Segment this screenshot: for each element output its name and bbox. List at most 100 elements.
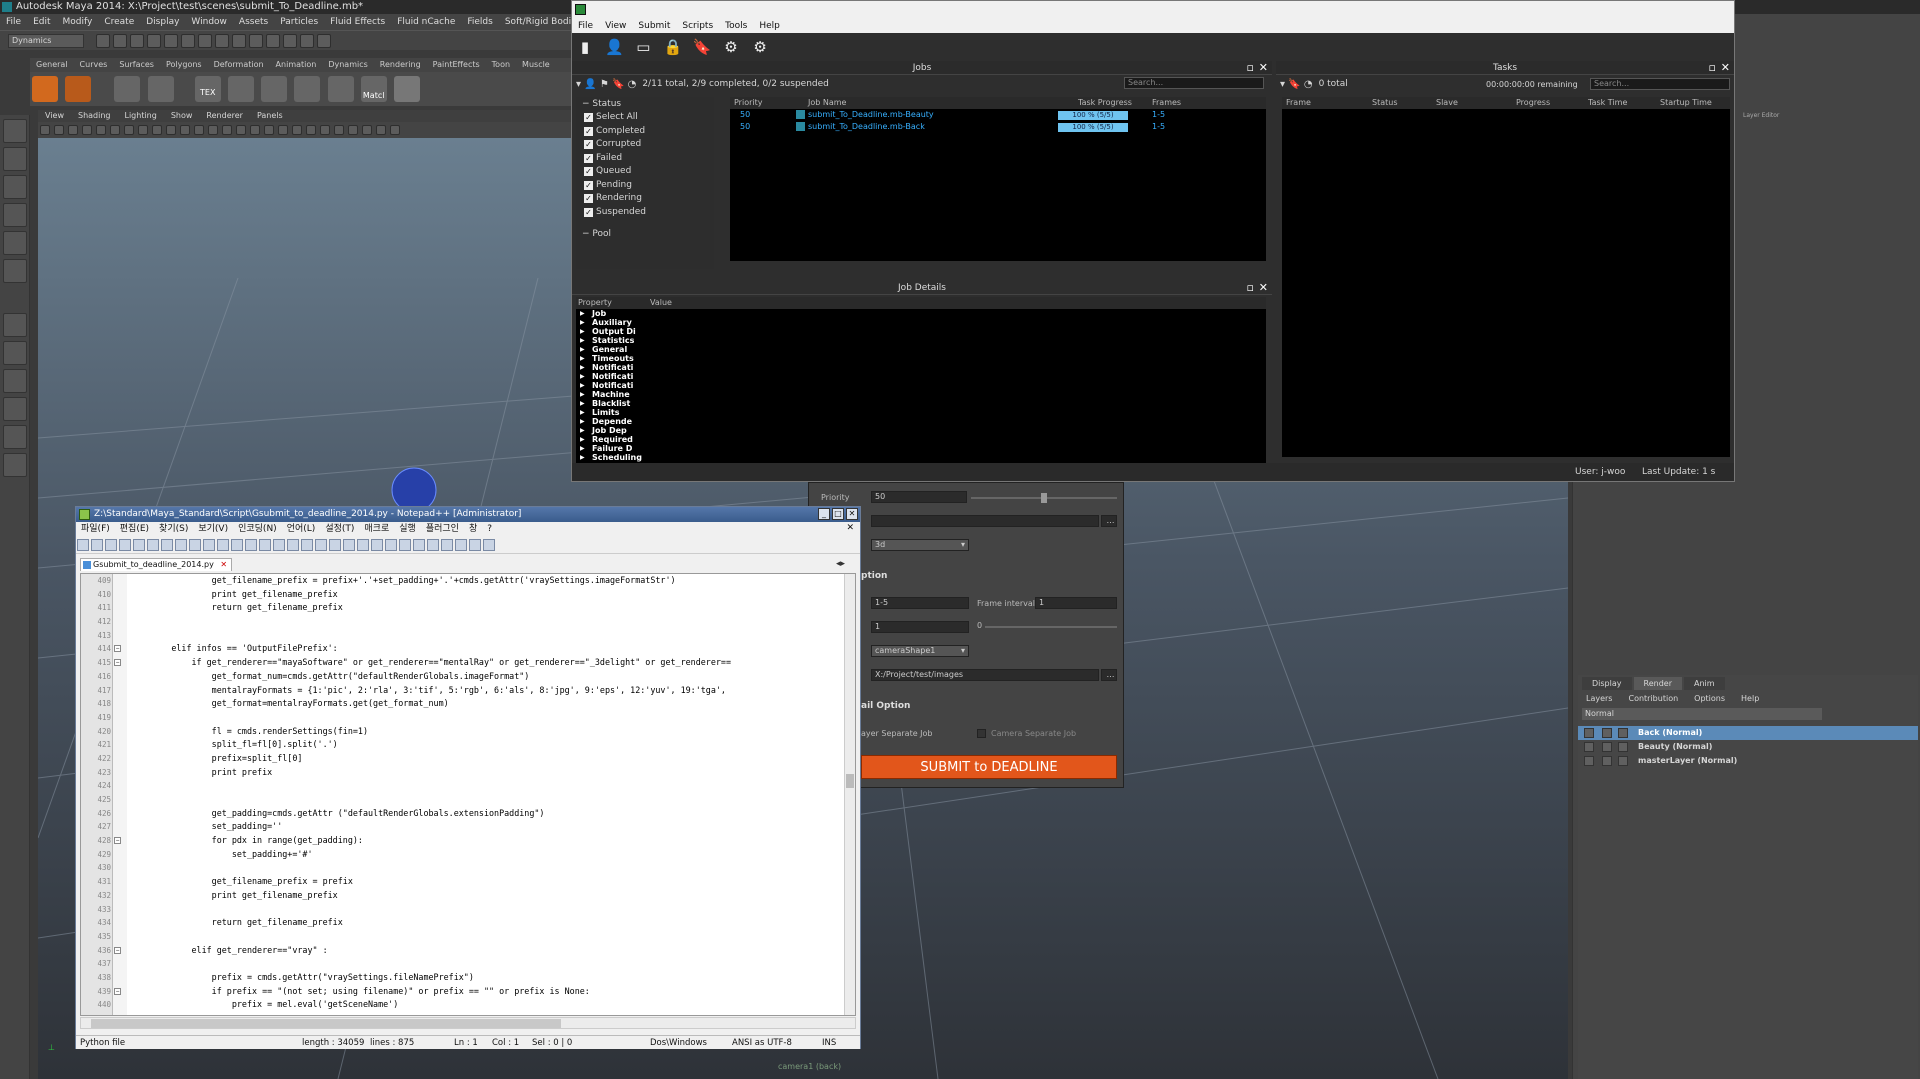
status-filter-header[interactable]: − Status bbox=[576, 97, 714, 111]
npp-tool-icon[interactable] bbox=[91, 539, 103, 551]
viewport-tool-icon[interactable] bbox=[124, 125, 134, 135]
npp-tool-icon[interactable] bbox=[245, 539, 257, 551]
code-editor[interactable]: 409 get_filename_prefix = prefix+'.'+set… bbox=[80, 573, 856, 1016]
layer-menu-layers[interactable]: Layers bbox=[1578, 692, 1620, 706]
maya-menu-particles[interactable]: Particles bbox=[274, 14, 324, 30]
output-path-field[interactable]: X:/Project/test/images bbox=[871, 669, 1099, 681]
npp-menu-item-11[interactable]: ? bbox=[482, 522, 497, 536]
shelf-tab-toon[interactable]: Toon bbox=[486, 58, 516, 72]
col-property[interactable]: Property bbox=[578, 297, 612, 309]
col-frame[interactable]: Frame bbox=[1286, 97, 1311, 109]
col-job-name[interactable]: Job Name bbox=[808, 97, 846, 109]
file-tab-close-icon[interactable]: ✕ bbox=[220, 560, 227, 569]
file-tab[interactable]: Gsubmit_to_deadline_2014.py ✕ bbox=[80, 558, 232, 571]
camera-dropdown[interactable]: cameraShape1 ▾ bbox=[871, 645, 969, 657]
maya-menu-window[interactable]: Window bbox=[185, 14, 233, 30]
tasks-filter-icons[interactable]: ▾ 🔖 ◔ bbox=[1280, 79, 1313, 90]
filter-suspended[interactable]: Suspended bbox=[576, 206, 714, 220]
viewport-tool-icon[interactable] bbox=[138, 125, 148, 135]
module-selector[interactable]: Dynamics bbox=[8, 34, 84, 48]
layer-menu-options[interactable]: Options bbox=[1686, 692, 1733, 706]
shelf-tab-muscle[interactable]: Muscle bbox=[516, 58, 556, 72]
details-float-icon[interactable]: ▫ bbox=[1247, 281, 1254, 294]
fold-toggle-icon[interactable]: − bbox=[114, 946, 121, 954]
npp-menu-item-8[interactable]: 실행 bbox=[394, 522, 421, 536]
npp-tool-icon[interactable] bbox=[189, 539, 201, 551]
viewport-tool-icon[interactable] bbox=[194, 125, 204, 135]
npp-menu-item-5[interactable]: 언어(L) bbox=[282, 522, 321, 536]
viewport-menu-panels[interactable]: Panels bbox=[250, 110, 290, 122]
job-row[interactable]: 50 submit_To_Deadline.mb-Back 100 % (5/5) 1… bbox=[730, 121, 1266, 133]
fold-toggle-icon[interactable]: − bbox=[114, 987, 121, 995]
h-scroll-thumb[interactable] bbox=[91, 1019, 561, 1028]
layer-row[interactable]: Back (Normal) bbox=[1578, 726, 1918, 740]
detail-job[interactable]: Job bbox=[576, 309, 1266, 318]
gear-icon[interactable]: ⚙ bbox=[751, 38, 769, 56]
layout-single-icon[interactable] bbox=[3, 313, 27, 337]
viewport-tool-icon[interactable] bbox=[166, 125, 176, 135]
select-object-icon[interactable] bbox=[164, 34, 178, 48]
select-hierarchy-icon[interactable] bbox=[147, 34, 161, 48]
npp-tool-icon[interactable] bbox=[217, 539, 229, 551]
paint-select-icon[interactable] bbox=[3, 175, 27, 199]
layer-tab-display[interactable]: Display bbox=[1582, 677, 1632, 690]
npp-tool-icon[interactable] bbox=[161, 539, 173, 551]
lock-icon[interactable]: 🔒 bbox=[664, 38, 683, 56]
npp-tool-icon[interactable] bbox=[273, 539, 285, 551]
viewport-tool-icon[interactable] bbox=[278, 125, 288, 135]
snap-grid-icon[interactable] bbox=[198, 34, 212, 48]
npp-tool-icon[interactable] bbox=[287, 539, 299, 551]
col-value[interactable]: Value bbox=[650, 297, 672, 309]
detail-blacklist[interactable]: Blacklist bbox=[576, 399, 1266, 408]
shelf-tab-polygons[interactable]: Polygons bbox=[160, 58, 208, 72]
shelf-tab-rendering[interactable]: Rendering bbox=[374, 58, 427, 72]
col-frames[interactable]: Frames bbox=[1152, 97, 1181, 109]
col-slave[interactable]: Slave bbox=[1436, 97, 1458, 109]
brush-icon[interactable] bbox=[227, 76, 254, 102]
deadline-menu-file[interactable]: File bbox=[572, 19, 599, 33]
rotate-tool-icon[interactable] bbox=[3, 231, 27, 255]
npp-tool-icon[interactable] bbox=[133, 539, 145, 551]
detail-job-dep[interactable]: Job Dep bbox=[576, 426, 1266, 435]
col-task-time[interactable]: Task Time bbox=[1588, 97, 1627, 109]
viewport-menu-show[interactable]: Show bbox=[164, 110, 200, 122]
fold-toggle-icon[interactable]: − bbox=[114, 645, 121, 653]
layout-four-icon[interactable] bbox=[3, 341, 27, 365]
render-toggle-icon[interactable] bbox=[1584, 742, 1594, 752]
npp-tool-icon[interactable] bbox=[385, 539, 397, 551]
lasso-tool-icon[interactable] bbox=[3, 147, 27, 171]
deadline-menu-help[interactable]: Help bbox=[753, 19, 786, 33]
detail-failure-d[interactable]: Failure D bbox=[576, 444, 1266, 453]
bookmark-icon[interactable]: 🔖 bbox=[693, 38, 712, 56]
priority-slider-handle[interactable] bbox=[1041, 493, 1047, 503]
detail-timeouts[interactable]: Timeouts bbox=[576, 354, 1266, 363]
viewport-tool-icon[interactable] bbox=[180, 125, 190, 135]
select-tool-icon[interactable] bbox=[3, 119, 27, 143]
open-scene-icon[interactable] bbox=[113, 34, 127, 48]
tasks-search-input[interactable]: Search... bbox=[1590, 78, 1730, 90]
detail-auxiliary[interactable]: Auxiliary bbox=[576, 318, 1266, 327]
npp-tool-icon[interactable] bbox=[77, 539, 89, 551]
npp-tool-icon[interactable] bbox=[329, 539, 341, 551]
priority-field[interactable]: 50 bbox=[871, 491, 967, 503]
viewport-tool-icon[interactable] bbox=[292, 125, 302, 135]
material-shelf-icon[interactable]: Matcl bbox=[360, 76, 387, 102]
layer-row[interactable]: masterLayer (Normal) bbox=[1578, 754, 1918, 768]
layer-attr-icon[interactable] bbox=[1618, 756, 1628, 766]
filter-failed[interactable]: Failed bbox=[576, 152, 714, 166]
maya-menu-create[interactable]: Create bbox=[98, 14, 140, 30]
ipr-icon[interactable] bbox=[300, 34, 314, 48]
viewport-tool-icon[interactable] bbox=[110, 125, 120, 135]
select-component-icon[interactable] bbox=[181, 34, 195, 48]
viewport-tool-icon[interactable] bbox=[264, 125, 274, 135]
browse-button[interactable]: … bbox=[1101, 515, 1117, 527]
col-status[interactable]: Status bbox=[1372, 97, 1398, 109]
npp-tool-icon[interactable] bbox=[371, 539, 383, 551]
filter-rendering[interactable]: Rendering bbox=[576, 192, 714, 206]
new-job-icon[interactable]: ▮ bbox=[576, 38, 594, 56]
pool-filter-header[interactable]: − Pool bbox=[576, 227, 714, 241]
maya-menu-fluid-ncache[interactable]: Fluid nCache bbox=[391, 14, 461, 30]
filter-completed[interactable]: Completed bbox=[576, 125, 714, 139]
maya-menu-file[interactable]: File bbox=[0, 14, 27, 30]
detail-statistics[interactable]: Statistics bbox=[576, 336, 1266, 345]
